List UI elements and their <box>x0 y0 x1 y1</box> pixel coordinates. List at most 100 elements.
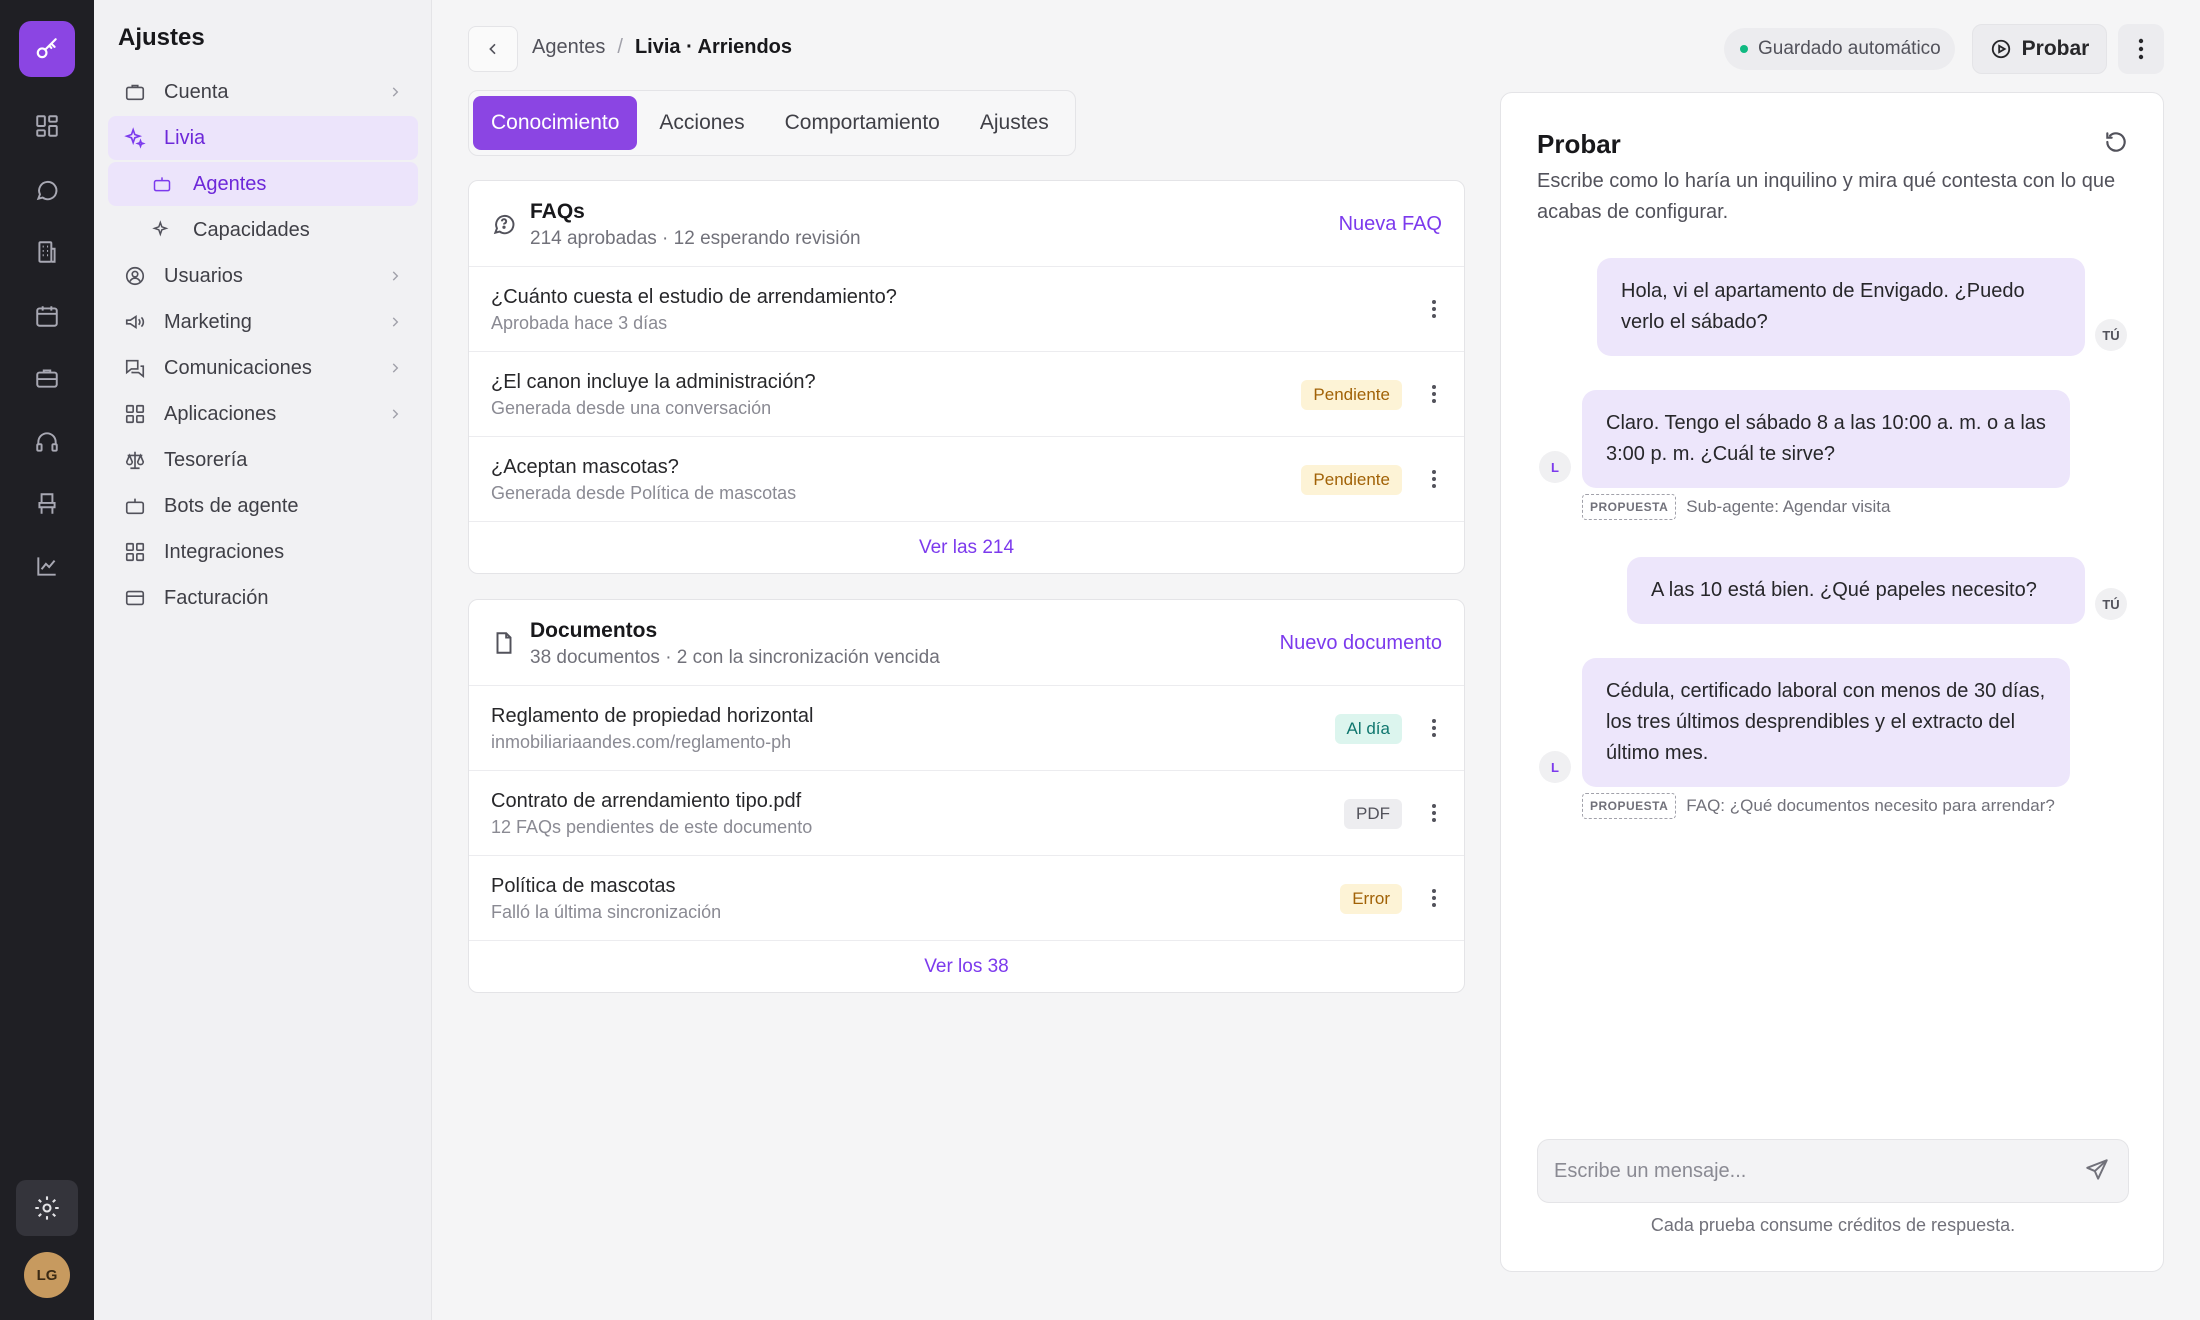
message-input[interactable] <box>1554 1140 2054 1202</box>
chevron-right-icon <box>388 269 402 283</box>
key-icon[interactable] <box>19 21 75 77</box>
grid-icon <box>124 403 146 425</box>
breadcrumb: Agentes / Livia · Arriendos <box>532 36 792 59</box>
sidebar-item-agentes[interactable]: Agentes <box>108 162 418 206</box>
test-button[interactable]: Probar <box>1972 24 2107 74</box>
document-row[interactable]: Política de mascotas Falló la última sin… <box>469 856 1464 941</box>
headset-icon[interactable] <box>27 422 67 462</box>
icon-rail: LG <box>0 0 94 1320</box>
sidebar-item-label: Livia <box>164 126 206 149</box>
faq-row[interactable]: ¿Aceptan mascotas? Generada desde Políti… <box>469 437 1464 522</box>
tab-acciones[interactable]: Acciones <box>641 96 762 150</box>
document-meta: inmobiliariaandes.com/reglamento-ph <box>491 732 792 752</box>
sidebar-item-marketing[interactable]: Marketing <box>108 300 418 344</box>
tab-bar: Conocimiento Acciones Comportamiento Aju… <box>468 90 1076 156</box>
gear-icon[interactable] <box>16 1180 78 1236</box>
user-message: Hola, vi el apartamento de Envigado. ¿Pu… <box>1597 258 2085 356</box>
chat-icon[interactable] <box>27 170 67 210</box>
sidebar-item-capacidades[interactable]: Capacidades <box>108 208 418 252</box>
new-faq-button[interactable]: Nueva FAQ <box>1339 213 1442 236</box>
user-message: A las 10 está bien. ¿Qué papeles necesit… <box>1627 557 2085 624</box>
user-circle-icon <box>124 265 146 287</box>
sparkle-icon <box>124 127 146 149</box>
view-all-faqs-link[interactable]: Ver las 214 <box>469 522 1464 573</box>
panel-description: Escribe como lo haría un inquilino y mir… <box>1537 170 2116 223</box>
document-row[interactable]: Reglamento de propiedad horizontal inmob… <box>469 686 1464 771</box>
building-icon[interactable] <box>27 232 67 272</box>
document-name: Política de mascotas <box>491 875 676 897</box>
user-badge: TÚ <box>2095 319 2127 351</box>
chevron-right-icon <box>388 407 402 421</box>
autosave-label: Guardado automático <box>1758 38 1941 59</box>
reset-icon[interactable] <box>2103 129 2131 157</box>
autosave-status: Guardado automático <box>1724 28 1955 70</box>
faqs-subtitle: 214 aprobadas · 12 esperando revisión <box>530 228 861 249</box>
kebab-icon[interactable] <box>1424 800 1444 826</box>
faqs-card: FAQs 214 aprobadas · 12 esperando revisi… <box>468 180 1465 574</box>
credits-note: Cada prueba consume créditos de respuest… <box>1650 1215 2016 1235</box>
sidebar-item-tesoreria[interactable]: Tesorería <box>108 438 418 482</box>
faqs-header: FAQs 214 aprobadas · 12 esperando revisi… <box>469 181 1464 267</box>
briefcase-icon[interactable] <box>27 358 67 398</box>
scale-icon <box>124 449 146 471</box>
credit-card-icon <box>124 587 146 609</box>
sidebar-item-facturacion[interactable]: Facturación <box>108 576 418 620</box>
dashboard-icon[interactable] <box>27 106 67 146</box>
chevron-right-icon <box>388 361 402 375</box>
user-badge: TÚ <box>2095 588 2127 620</box>
status-badge: Pendiente <box>1301 465 1402 495</box>
breadcrumb-current: Livia · Arriendos <box>634 36 793 58</box>
sidebar-item-livia[interactable]: Livia <box>108 116 418 160</box>
more-options-button[interactable] <box>2118 24 2164 74</box>
faq-row[interactable]: ¿Cuánto cuesta el estudio de arrendamien… <box>469 267 1464 352</box>
avatar[interactable]: LG <box>24 1252 70 1298</box>
chat-question-icon <box>491 211 517 237</box>
agent-avatar: L <box>1539 451 1571 483</box>
kebab-icon[interactable] <box>1424 466 1444 492</box>
message-meta: PROPUESTA FAQ: ¿Qué documentos necesito … <box>1582 793 2055 819</box>
new-document-button[interactable]: Nuevo documento <box>1280 632 1442 655</box>
play-circle-icon <box>1990 38 2012 60</box>
status-badge: Pendiente <box>1301 380 1402 410</box>
documents-card: Documentos 38 documentos · 2 con la sinc… <box>468 599 1465 993</box>
calendar-icon[interactable] <box>27 296 67 336</box>
faq-question: ¿El canon incluye la administración? <box>491 371 816 393</box>
sidebar-item-comunicaciones[interactable]: Comunicaciones <box>108 346 418 390</box>
faq-row[interactable]: ¿El canon incluye la administración? Gen… <box>469 352 1464 437</box>
tab-comportamiento[interactable]: Comportamiento <box>767 96 958 150</box>
sidebar-item-label: Marketing <box>164 310 252 333</box>
tab-ajustes[interactable]: Ajustes <box>962 96 1067 150</box>
status-badge: Error <box>1340 884 1402 914</box>
document-row[interactable]: Contrato de arrendamiento tipo.pdf 12 FA… <box>469 771 1464 856</box>
sidebar-item-cuenta[interactable]: Cuenta <box>108 70 418 114</box>
proposal-tag: PROPUESTA <box>1582 494 1677 520</box>
settings-sidebar: Ajustes Cuenta Livia Agentes Capacidades… <box>94 0 432 1320</box>
kebab-icon[interactable] <box>1424 381 1444 407</box>
kebab-icon[interactable] <box>1424 885 1444 911</box>
sidebar-item-bots-de-agente[interactable]: Bots de agente <box>108 484 418 528</box>
document-name: Contrato de arrendamiento tipo.pdf <box>491 790 802 812</box>
test-button-label: Probar <box>2021 37 2090 60</box>
chart-icon[interactable] <box>27 546 67 586</box>
breadcrumb-agentes[interactable]: Agentes <box>532 36 605 59</box>
faq-question: ¿Aceptan mascotas? <box>491 456 679 478</box>
view-all-documents-link[interactable]: Ver los 38 <box>469 941 1464 992</box>
kebab-icon[interactable] <box>1424 715 1444 741</box>
sidebar-item-label: Aplicaciones <box>164 402 277 425</box>
tab-conocimiento[interactable]: Conocimiento <box>473 96 638 150</box>
faqs-title: FAQs <box>530 200 585 223</box>
sidebar-item-integraciones[interactable]: Integraciones <box>108 530 418 574</box>
agent-avatar: L <box>1539 751 1571 783</box>
message-source: Sub-agente: Agendar visita <box>1686 497 1891 516</box>
sidebar-item-label: Tesorería <box>164 448 248 471</box>
sidebar-item-label: Integraciones <box>164 540 285 563</box>
send-icon[interactable] <box>2084 1157 2112 1185</box>
sidebar-item-usuarios[interactable]: Usuarios <box>108 254 418 298</box>
grid-icon <box>124 541 146 563</box>
kebab-icon[interactable] <box>1424 296 1444 322</box>
sidebar-item-aplicaciones[interactable]: Aplicaciones <box>108 392 418 436</box>
breadcrumb-separator: / <box>617 36 623 58</box>
briefcase-icon <box>124 81 146 103</box>
back-button[interactable] <box>468 26 518 72</box>
chair-icon[interactable] <box>27 484 67 524</box>
